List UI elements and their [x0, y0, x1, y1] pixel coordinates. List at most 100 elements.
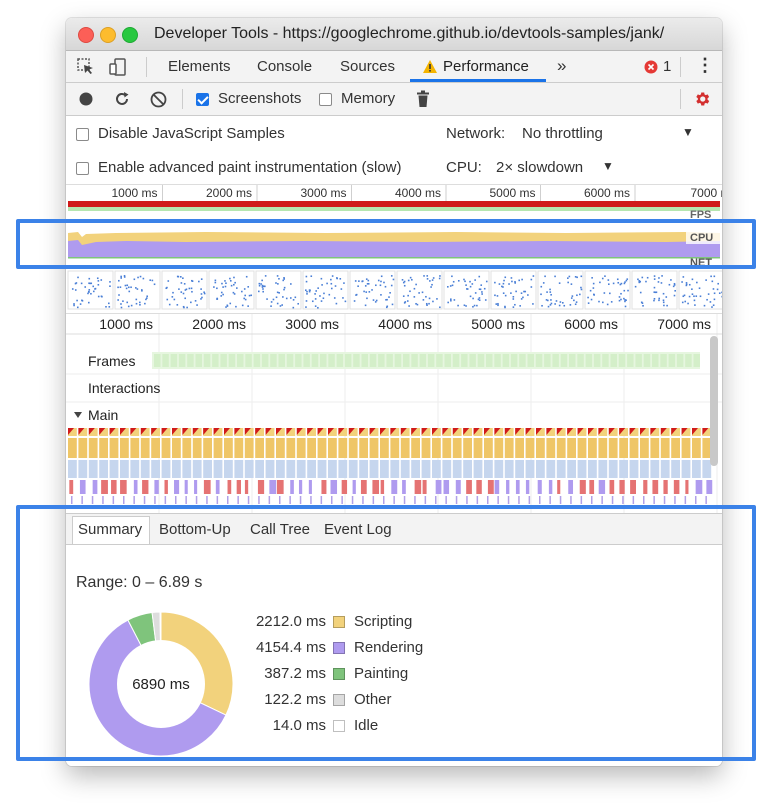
warning-icon — [423, 60, 437, 73]
screenshot-dot — [574, 303, 577, 306]
main-expand-triangle-icon[interactable] — [74, 412, 82, 418]
clear-icon[interactable] — [150, 91, 167, 108]
error-count[interactable]: 1 — [663, 58, 671, 75]
overview-graph: 1000 ms 2000 ms 3000 ms 4000 ms 5000 ms 6000 … — [67, 185, 722, 310]
timeline-flamechart[interactable]: 1000 ms 2000 ms 3000 ms 4000 ms 5000 ms 6000 … — [66, 313, 722, 514]
screenshot-dot — [658, 277, 660, 279]
layout-bar — [422, 480, 427, 494]
more-options-icon[interactable]: ⋮ — [696, 55, 714, 76]
screenshot-dot — [276, 291, 279, 294]
memory-checkbox[interactable] — [319, 93, 332, 106]
layout-bar — [494, 480, 500, 494]
screenshot-dot — [130, 304, 133, 307]
screenshot-dot — [305, 280, 308, 283]
layout-bar — [525, 480, 530, 494]
function-call-bar — [140, 438, 150, 458]
screenshot-dot — [200, 293, 203, 295]
screenshot-dot — [191, 290, 193, 293]
capture-settings-gear-icon[interactable] — [693, 90, 711, 108]
screenshot-dot — [409, 276, 412, 279]
screenshot-dot — [601, 277, 604, 280]
tab-performance[interactable]: Performance — [443, 58, 529, 75]
timeline-overview[interactable]: 1000 ms 2000 ms 3000 ms 4000 ms 5000 ms 6000 … — [66, 185, 722, 313]
zoom-window-button[interactable] — [122, 27, 138, 43]
advanced-paint-checkbox[interactable] — [76, 162, 89, 175]
function-call-bar — [400, 438, 410, 458]
screenshot-dot — [135, 298, 138, 301]
cpu-throttling-select[interactable]: 2× slowdown — [496, 159, 583, 176]
screenshot-dot — [549, 288, 551, 291]
screenshot-dot — [244, 298, 247, 301]
reload-icon[interactable] — [113, 90, 131, 108]
screenshot-dot — [176, 304, 179, 306]
tab-summary[interactable]: Summary — [78, 521, 142, 538]
screenshot-dot — [380, 275, 383, 278]
screenshot-dot — [587, 302, 590, 304]
flamechart-graph: 1000 ms 2000 ms 3000 ms 4000 ms 5000 ms 6000 … — [66, 314, 722, 514]
interactions-label[interactable]: Interactions — [88, 380, 160, 396]
screenshot-dot — [436, 298, 438, 300]
network-dropdown-arrow-icon[interactable]: ▼ — [682, 125, 694, 139]
screenshot-dot — [314, 293, 316, 295]
function-call-bar — [390, 438, 400, 458]
tab-sources[interactable]: Sources — [340, 58, 395, 75]
function-call-bar — [546, 438, 556, 458]
cpu-dropdown-arrow-icon[interactable]: ▼ — [602, 159, 614, 173]
timeline-scrollbar[interactable] — [710, 336, 718, 466]
layout-bar — [548, 480, 553, 494]
cpu-label: CPU — [690, 232, 713, 244]
screenshot-dot — [92, 285, 95, 288]
screenshot-dot — [599, 281, 601, 284]
device-toolbar-icon[interactable] — [108, 57, 128, 77]
layout-bar — [598, 480, 606, 494]
minimize-window-button[interactable] — [100, 27, 116, 43]
screenshot-dot — [184, 297, 187, 300]
screenshot-dot — [264, 275, 267, 277]
fps-graph — [68, 207, 720, 211]
screenshot-dot — [497, 302, 499, 305]
inspect-element-icon[interactable] — [76, 57, 96, 77]
screenshot-dot — [372, 299, 375, 301]
disable-js-samples-checkbox[interactable] — [76, 128, 89, 141]
screenshot-dot — [247, 286, 250, 288]
paint-bar — [601, 496, 603, 504]
record-icon[interactable] — [79, 92, 93, 106]
recalc-bar — [88, 460, 98, 478]
screenshot-dot — [498, 283, 501, 285]
screenshot-dot — [322, 297, 325, 300]
screenshot-dot — [109, 281, 111, 283]
screenshot-thumb — [584, 270, 631, 310]
network-throttling-select[interactable]: No throttling — [522, 125, 603, 142]
screenshot-dot — [619, 283, 622, 286]
main-thread-label[interactable]: Main — [88, 407, 118, 423]
legend-value: 2212.0 ms — [255, 613, 326, 630]
recalc-bar — [442, 460, 452, 478]
tab-elements[interactable]: Elements — [168, 58, 231, 75]
tab-call-tree[interactable]: Call Tree — [250, 521, 310, 538]
screenshot-dot — [602, 301, 604, 304]
screenshots-checkbox[interactable] — [196, 93, 209, 106]
more-tabs-button[interactable]: » — [557, 56, 566, 76]
screenshot-dot — [466, 288, 468, 290]
layout-bar — [79, 480, 86, 494]
function-call-bar — [78, 438, 88, 458]
timeline-ruler: 1000 ms 2000 ms 3000 ms 4000 ms 5000 ms 6000 … — [99, 316, 711, 332]
screenshot-dot — [549, 304, 552, 306]
tab-bottom-up[interactable]: Bottom-Up — [159, 521, 231, 538]
screenshot-dot — [426, 304, 428, 307]
timeline-tick-label: 7000 ms — [657, 316, 711, 332]
screenshot-dot — [479, 288, 482, 291]
garbage-collect-icon[interactable] — [416, 90, 430, 108]
error-icon[interactable] — [644, 60, 658, 74]
screenshot-dot — [262, 288, 264, 290]
screenshot-dot — [224, 285, 227, 288]
screenshot-dot — [180, 282, 183, 284]
screenshot-dot — [182, 277, 184, 280]
function-call-bar — [473, 438, 483, 458]
tab-console[interactable]: Console — [257, 58, 312, 75]
tab-event-log[interactable]: Event Log — [324, 521, 392, 538]
frames-label[interactable]: Frames — [88, 353, 135, 369]
frame-bar — [436, 354, 443, 367]
recalc-bar — [556, 460, 566, 478]
close-window-button[interactable] — [78, 27, 94, 43]
